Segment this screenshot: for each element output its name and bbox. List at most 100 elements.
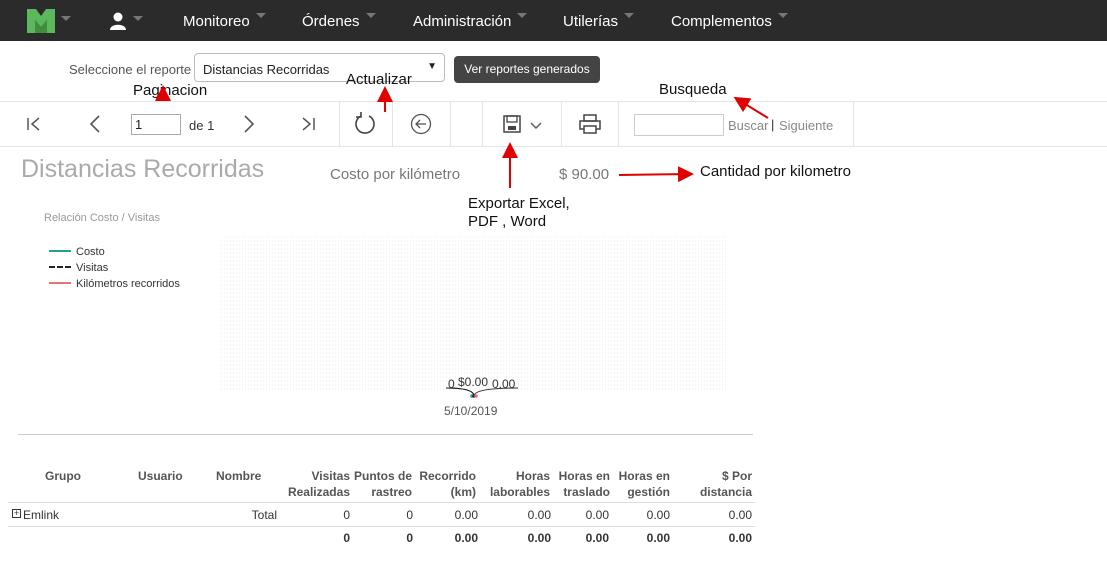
annotation-cantidad: Cantidad por kilometro	[700, 163, 851, 180]
legend-label: Kilómetros recorridos	[76, 278, 180, 290]
expand-icon[interactable]: +	[12, 509, 21, 518]
report-select-label: Seleccione el reporte	[69, 62, 192, 77]
legend-swatch-visitas	[49, 266, 71, 269]
total-horas-traslado: 0.00	[585, 531, 609, 545]
col-header-visitas: Visitas Realizadas	[280, 468, 350, 500]
header-text: traslado	[563, 485, 610, 499]
search-link[interactable]: Buscar	[728, 118, 768, 133]
table-row-divider	[8, 502, 755, 503]
nav-item-utilerias[interactable]: Utilerías	[563, 0, 635, 41]
cost-per-km-value: $ 90.00	[559, 166, 610, 183]
header-text: Horas	[515, 469, 550, 483]
toolbar-divider	[561, 102, 562, 146]
logo-chevron-down-icon[interactable]	[61, 16, 71, 21]
report-toolbar: de 1	[0, 101, 1107, 147]
cell-horas-traslado: 0.00	[585, 508, 609, 522]
toolbar-divider	[450, 102, 451, 146]
header-text: Usuario	[138, 469, 183, 483]
cell-horas-laborables: 0.00	[527, 508, 551, 522]
export-chevron-down-icon[interactable]	[530, 122, 542, 130]
nav-label: Administración	[413, 13, 512, 30]
total-visitas: 0	[343, 531, 350, 545]
col-header-horas-traslado: Horas en traslado	[550, 468, 610, 500]
total-horas-gestion: 0.00	[646, 531, 670, 545]
toolbar-divider	[853, 102, 854, 146]
toolbar-divider	[618, 102, 619, 146]
arrow-cantidad	[618, 166, 694, 183]
nav-item-ordenes[interactable]: Órdenes	[302, 0, 376, 41]
legend-item-visitas: Visitas	[49, 262, 108, 276]
header-text: laborables	[489, 485, 550, 499]
header-text: (km)	[450, 485, 476, 499]
save-export-icon[interactable]	[502, 114, 522, 134]
header-text: Horas en	[618, 469, 670, 483]
header-text: Puntos de	[353, 469, 412, 483]
page-count: de 1	[189, 118, 215, 133]
nav-item-complementos[interactable]: Complementos	[671, 0, 788, 41]
previous-page-icon[interactable]	[88, 114, 102, 134]
header-text: Recorrido	[419, 469, 476, 483]
nav-item-monitoreo[interactable]: Monitoreo	[183, 0, 266, 41]
header-text: gestión	[627, 485, 670, 499]
view-generated-reports-button[interactable]: Ver reportes generados	[454, 56, 600, 83]
chevron-down-icon	[255, 12, 266, 18]
legend-swatch-km	[49, 282, 71, 285]
data-label-km: 0.00	[492, 377, 516, 391]
annotation-paginacion: Paginacion	[133, 82, 208, 99]
table-row-divider	[8, 526, 755, 527]
annotation-busqueda: Busqueda	[659, 81, 727, 98]
first-page-icon[interactable]	[26, 116, 42, 132]
page-number-input[interactable]	[131, 114, 181, 135]
data-label-visitas: 0	[448, 377, 455, 391]
cell-grupo[interactable]: Emlink	[23, 508, 59, 522]
legend-item-km: Kilómetros recorridos	[49, 278, 180, 292]
chart-title: Relación Costo / Visitas	[44, 212, 160, 224]
app-logo-icon[interactable]	[27, 9, 55, 33]
cost-per-km-label: Costo por kilómetro	[330, 166, 461, 183]
next-page-icon[interactable]	[242, 114, 256, 134]
section-divider	[18, 434, 753, 435]
col-header-horas-laborables: Horas laborables	[480, 468, 550, 500]
toolbar-divider	[339, 102, 340, 146]
user-icon[interactable]	[110, 12, 126, 30]
nav-label: Monitoreo	[183, 13, 250, 30]
nav-item-administracion[interactable]: Administración	[413, 0, 528, 41]
header-text: distancia	[699, 485, 752, 499]
legend-label: Costo	[76, 246, 105, 258]
toolbar-divider	[392, 102, 393, 146]
search-separator: |	[771, 117, 775, 132]
annotation-actualizar: Actualizar	[346, 71, 412, 88]
cell-por-distancia: 0.00	[728, 508, 752, 522]
col-header-usuario: Usuario	[138, 468, 183, 484]
search-input[interactable]	[634, 114, 724, 136]
col-header-recorrido: Recorrido (km)	[412, 468, 476, 500]
last-page-icon[interactable]	[300, 116, 316, 132]
refresh-icon[interactable]	[353, 112, 377, 136]
report-app: Monitoreo Órdenes Administración Utilerí…	[0, 0, 1107, 567]
header-text: Visitas	[311, 469, 350, 483]
legend-swatch-costo	[49, 250, 71, 253]
data-point-kilómetros-recorridos	[474, 394, 478, 398]
col-header-nombre: Nombre	[216, 468, 261, 484]
col-header-puntos: Puntos de rastreo	[350, 468, 412, 500]
select-arrow-icon: ▼	[427, 61, 437, 72]
print-icon[interactable]	[579, 114, 601, 134]
search-next-link[interactable]: Siguiente	[779, 118, 833, 133]
header-text: Horas en	[558, 469, 610, 483]
chevron-down-icon	[624, 12, 635, 18]
cell-visitas: 0	[343, 508, 350, 522]
legend-label: Visitas	[76, 262, 109, 274]
header-text: Grupo	[45, 469, 81, 483]
col-header-horas-gestion: Horas en gestión	[610, 468, 670, 500]
nav-label: Utilerías	[563, 13, 619, 30]
chevron-down-icon	[777, 12, 788, 18]
total-horas-laborables: 0.00	[527, 531, 551, 545]
toolbar-divider	[482, 102, 483, 146]
back-icon[interactable]	[410, 113, 432, 135]
cell-horas-gestion: 0.00	[646, 508, 670, 522]
annotation-exportar: Exportar Excel, PDF , Word	[468, 195, 570, 231]
user-chevron-down-icon[interactable]	[133, 16, 143, 21]
col-header-grupo: Grupo	[45, 468, 81, 484]
top-navbar: Monitoreo Órdenes Administración Utilerí…	[0, 0, 1107, 41]
chevron-down-icon	[365, 12, 376, 18]
